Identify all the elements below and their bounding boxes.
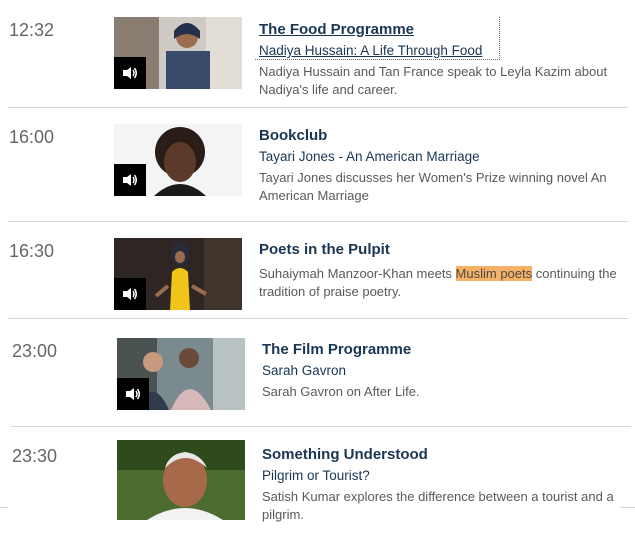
episode-thumbnail[interactable] <box>117 440 245 520</box>
episode-thumbnail[interactable] <box>114 124 242 196</box>
episode-description: Sarah Gavron on After Life. <box>262 384 420 399</box>
broadcast-time: 23:30 <box>12 446 58 466</box>
episode-info: Bookclub Tayari Jones - An American Marr… <box>259 127 629 205</box>
episode-title[interactable]: Tayari Jones - An American Marriage <box>259 148 629 165</box>
episode-thumbnail[interactable] <box>114 238 242 310</box>
divider <box>8 221 628 222</box>
episode-info: The Film Programme Sarah Gavron Sarah Ga… <box>262 341 622 401</box>
broadcast-time: 12:32 <box>9 20 55 40</box>
play-button[interactable] <box>114 164 146 196</box>
divider <box>620 507 635 508</box>
programme-title[interactable]: The Film Programme <box>262 341 622 359</box>
episode-description: Suhaiymah Manzoor-Khan meets Muslim poet… <box>259 265 629 301</box>
episode-title[interactable]: Sarah Gavron <box>262 362 622 379</box>
description-text: Suhaiymah Manzoor-Khan meets <box>259 266 456 281</box>
play-button[interactable] <box>114 57 146 89</box>
episode-title[interactable]: Nadiya Hussain: A Life Through Food <box>259 42 619 59</box>
speaker-icon <box>122 287 138 301</box>
episode-thumbnail[interactable] <box>117 338 245 410</box>
episode-title[interactable]: Pilgrim or Tourist? <box>262 467 627 484</box>
divider <box>8 107 628 108</box>
speaker-icon <box>122 66 138 80</box>
play-button[interactable] <box>117 378 149 410</box>
programme-title[interactable]: Bookclub <box>259 127 629 145</box>
play-button[interactable] <box>114 278 146 310</box>
divider <box>8 318 628 319</box>
speaker-icon <box>122 173 138 187</box>
programme-title[interactable]: Something Understood <box>262 446 627 464</box>
episode-description: Nadiya Hussain and Tan France speak to L… <box>259 64 608 97</box>
episode-info: Something Understood Pilgrim or Tourist?… <box>262 446 627 524</box>
speaker-icon <box>125 387 141 401</box>
episode-image <box>117 440 245 520</box>
episode-description: Tayari Jones discusses her Women's Prize… <box>259 170 607 203</box>
episode-thumbnail[interactable] <box>114 17 242 89</box>
divider <box>0 507 8 508</box>
broadcast-time: 16:00 <box>9 127 55 147</box>
episode-info: Poets in the Pulpit Suhaiymah Manzoor-Kh… <box>259 241 629 301</box>
programme-title[interactable]: Poets in the Pulpit <box>259 241 629 259</box>
broadcast-time: 16:30 <box>9 241 55 261</box>
episode-description: Satish Kumar explores the difference bet… <box>262 489 614 522</box>
programme-title[interactable]: The Food Programme <box>259 21 619 39</box>
broadcast-time: 23:00 <box>12 341 58 361</box>
episode-info: The Food Programme Nadiya Hussain: A Lif… <box>259 21 619 99</box>
search-highlight: Muslim poets <box>455 266 533 281</box>
divider <box>11 426 631 427</box>
